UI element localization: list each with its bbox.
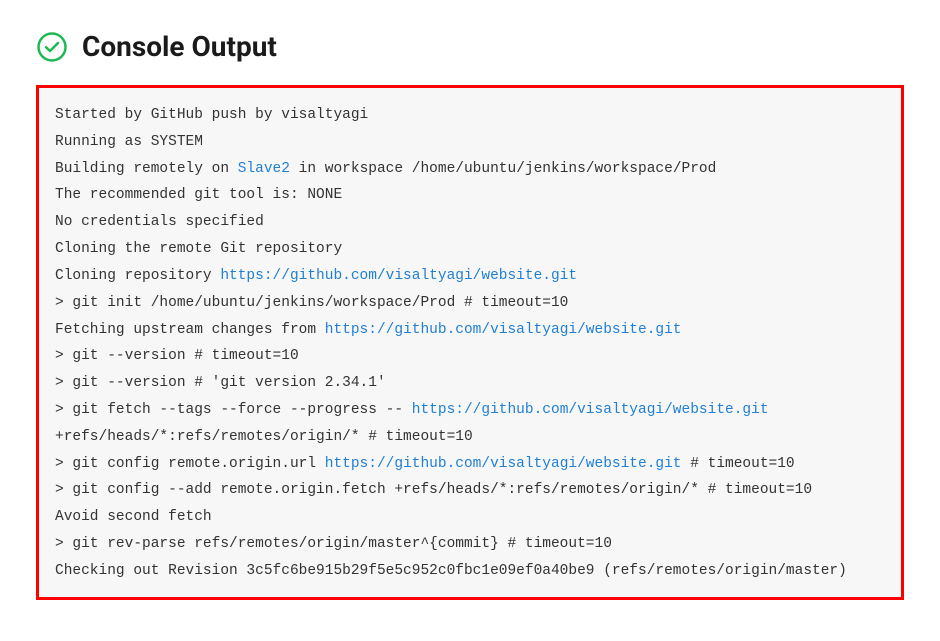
console-text: Running as SYSTEM [55, 134, 203, 150]
console-text: Started by GitHub push by visaltyagi [55, 107, 368, 123]
console-link[interactable]: https://github.com/visaltyagi/website.gi… [412, 402, 769, 418]
console-text: > git init /home/ubuntu/jenkins/workspac… [55, 295, 568, 311]
console-line: > git init /home/ubuntu/jenkins/workspac… [55, 290, 885, 317]
console-text: Cloning repository [55, 268, 220, 284]
console-output-box: Started by GitHub push by visaltyagi Runn… [36, 85, 904, 600]
console-line: Building remotely on Slave2 in workspace… [55, 156, 885, 183]
console-text: Fetching upstream changes from [55, 322, 325, 338]
console-line: > git config --add remote.origin.fetch +… [55, 477, 885, 504]
console-line: Checking out Revision 3c5fc6be915b29f5e5… [55, 558, 885, 585]
console-text: > git fetch --tags --force --progress -- [55, 402, 412, 418]
console-link[interactable]: Slave2 [238, 161, 290, 177]
console-text: > git rev-parse refs/remotes/origin/mast… [55, 536, 612, 552]
console-line: The recommended git tool is: NONE [55, 182, 885, 209]
console-line: > git config remote.origin.url https://g… [55, 451, 885, 478]
console-line: No credentials specified [55, 209, 885, 236]
console-header: Console Output [36, 30, 904, 63]
page-title: Console Output [82, 30, 277, 63]
console-text: No credentials specified [55, 214, 264, 230]
console-text: The recommended git tool is: NONE [55, 187, 342, 203]
console-link[interactable]: https://github.com/visaltyagi/website.gi… [325, 456, 682, 472]
console-link[interactable]: https://github.com/visaltyagi/website.gi… [325, 322, 682, 338]
console-text: > git --version # 'git version 2.34.1' [55, 375, 386, 391]
console-text: > git config remote.origin.url [55, 456, 325, 472]
console-text: > git config --add remote.origin.fetch +… [55, 482, 812, 498]
console-line: > git rev-parse refs/remotes/origin/mast… [55, 531, 885, 558]
console-line: > git fetch --tags --force --progress --… [55, 397, 885, 451]
console-text: > git --version # timeout=10 [55, 348, 299, 364]
console-text: # timeout=10 [682, 456, 795, 472]
console-line: Avoid second fetch [55, 504, 885, 531]
console-line: Fetching upstream changes from https://g… [55, 317, 885, 344]
console-text: in workspace /home/ubuntu/jenkins/worksp… [290, 161, 716, 177]
console-line: Running as SYSTEM [55, 129, 885, 156]
console-text: +refs/heads/*:refs/remotes/origin/* # ti… [55, 429, 473, 445]
console-text: Cloning the remote Git repository [55, 241, 342, 257]
check-circle-icon [36, 31, 68, 63]
console-line: > git --version # timeout=10 [55, 343, 885, 370]
console-line: > git --version # 'git version 2.34.1' [55, 370, 885, 397]
console-line: Started by GitHub push by visaltyagi [55, 102, 885, 129]
console-link[interactable]: https://github.com/visaltyagi/website.gi… [220, 268, 577, 284]
console-text: Building remotely on [55, 161, 238, 177]
console-text: Avoid second fetch [55, 509, 212, 525]
console-line: Cloning repository https://github.com/vi… [55, 263, 885, 290]
console-line: Cloning the remote Git repository [55, 236, 885, 263]
console-text: Checking out Revision 3c5fc6be915b29f5e5… [55, 563, 847, 579]
